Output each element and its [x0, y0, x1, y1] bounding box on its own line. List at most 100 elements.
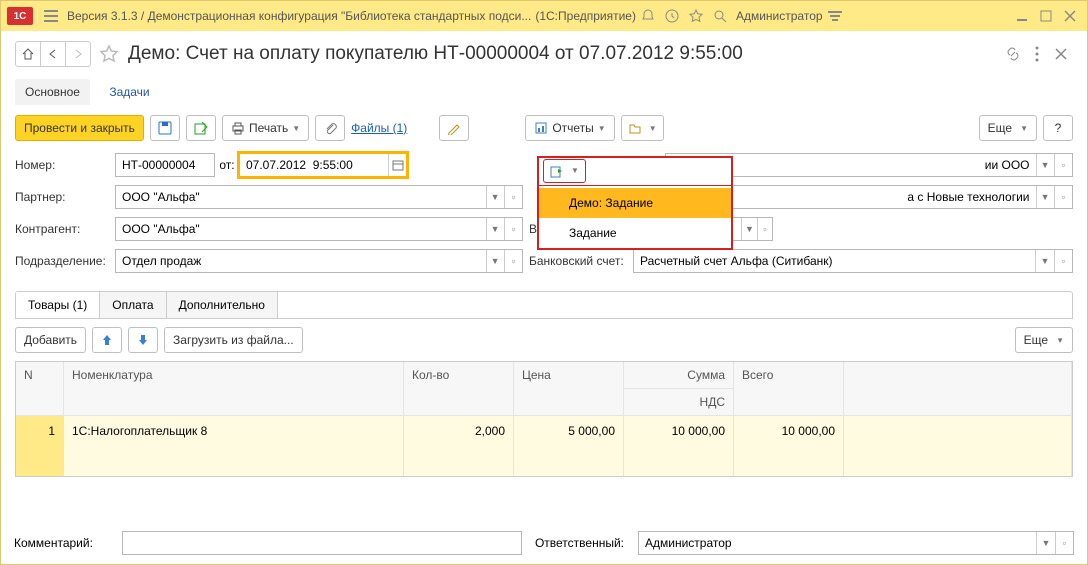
minimize-icon[interactable]	[1011, 5, 1033, 27]
goods-toolbar: Добавить Загрузить из файла... Еще▼	[15, 327, 1073, 353]
open-icon[interactable]: ▫	[504, 218, 522, 240]
chevron-down-icon[interactable]: ▼	[1036, 532, 1054, 554]
cell-extra	[844, 416, 1072, 476]
col-qty: Кол-во	[404, 362, 514, 416]
label-number: Номер:	[15, 158, 115, 172]
reports-button[interactable]: Отчеты▼	[525, 115, 614, 141]
edit-button[interactable]	[439, 115, 469, 141]
cell-nom: 1С:Налогоплательщик 8	[64, 416, 404, 476]
app-title: Версия 3.1.3 / Демонстрационная конфигур…	[67, 9, 531, 23]
kebab-icon[interactable]	[1027, 44, 1047, 64]
tab-main[interactable]: Основное	[15, 79, 90, 105]
bank-field[interactable]: ▼▫	[633, 249, 1073, 273]
label-from: от:	[215, 158, 239, 172]
chevron-down-icon[interactable]: ▼	[486, 186, 504, 208]
label-comment: Комментарий:	[14, 536, 114, 550]
open-icon[interactable]: ▫	[1055, 532, 1073, 554]
subtab-payment[interactable]: Оплата	[100, 292, 166, 318]
sub-tabs: Товары (1) Оплата Дополнительно	[15, 291, 1073, 319]
grid-more-button[interactable]: Еще▼	[1015, 327, 1073, 353]
nav-forward-button[interactable]	[65, 41, 91, 67]
post-button[interactable]	[186, 115, 216, 141]
chevron-down-icon[interactable]: ▼	[1036, 186, 1054, 208]
bell-icon[interactable]	[638, 6, 658, 26]
page-title: Демо: Счет на оплату покупателю НТ-00000…	[128, 43, 743, 65]
chevron-down-icon[interactable]: ▼	[486, 250, 504, 272]
cell-qty: 2,000	[404, 416, 514, 476]
save-button[interactable]	[150, 115, 180, 141]
create-dropdown: ▼ Демо: Задание Задание	[537, 156, 733, 250]
search-icon[interactable]	[710, 6, 730, 26]
col-n: N	[16, 362, 64, 416]
contragent-field[interactable]: ▼▫	[115, 217, 523, 241]
subtab-goods[interactable]: Товары (1)	[16, 292, 100, 318]
chevron-down-icon[interactable]: ▼	[1035, 250, 1053, 272]
label-dept: Подразделение:	[15, 254, 115, 268]
print-button[interactable]: Печать▼	[222, 115, 309, 141]
load-file-button[interactable]: Загрузить из файла...	[164, 327, 303, 353]
col-nomenclature: Номенклатура	[64, 362, 404, 416]
label-partner: Партнер:	[15, 190, 115, 204]
cell-price: 5 000,00	[514, 416, 624, 476]
col-total: Всего	[734, 362, 844, 416]
comment-field[interactable]	[122, 531, 522, 555]
label-bank: Банковский счет:	[523, 254, 633, 268]
page-header: Демо: Счет на оплату покупателю НТ-00000…	[1, 31, 1087, 71]
link-icon[interactable]	[1003, 44, 1023, 64]
resp-field[interactable]: ▼▫	[638, 531, 1074, 555]
move-up-button[interactable]	[92, 327, 122, 353]
grid-row[interactable]: 1 1С:Налогоплательщик 8 2,000 5 000,00 1…	[16, 416, 1072, 476]
cell-sum: 10 000,00	[624, 416, 734, 476]
open-icon[interactable]: ▫	[504, 250, 522, 272]
help-button[interactable]: ?	[1043, 115, 1073, 141]
add-button[interactable]: Добавить	[15, 327, 86, 353]
favorite-star-icon[interactable]	[96, 41, 122, 67]
dropdown-item-demo-task[interactable]: Демо: Задание	[539, 188, 731, 218]
date-field[interactable]	[239, 153, 407, 177]
logo-1c: 1C	[7, 7, 33, 25]
create-dropdown-toggle[interactable]: ▼	[539, 156, 731, 186]
move-down-button[interactable]	[128, 327, 158, 353]
footer: Комментарий: Ответственный: ▼▫	[0, 531, 1088, 555]
toolbar: Провести и закрыть Печать▼ Файлы (1) Отч…	[1, 105, 1087, 149]
chevron-down-icon[interactable]: ▼	[741, 218, 756, 240]
dropdown-item-task[interactable]: Задание	[539, 218, 731, 248]
nav-back-button[interactable]	[40, 41, 66, 67]
col-sum: СуммаНДС	[624, 362, 734, 416]
label-resp: Ответственный:	[530, 536, 630, 550]
cell-n: 1	[16, 416, 64, 476]
menu-icon[interactable]	[41, 6, 61, 26]
open-icon[interactable]: ▫	[504, 186, 522, 208]
main-tabs: Основное Задачи	[1, 71, 1087, 105]
maximize-icon[interactable]	[1035, 5, 1057, 27]
page-close-icon[interactable]	[1051, 44, 1071, 64]
partner-field[interactable]: ▼▫	[115, 185, 523, 209]
chevron-down-icon[interactable]: ▼	[1036, 154, 1054, 176]
star-icon[interactable]	[686, 6, 706, 26]
close-icon[interactable]	[1059, 5, 1081, 27]
post-and-close-button[interactable]: Провести и закрыть	[15, 115, 144, 141]
platform-label: (1С:Предприятие)	[535, 9, 636, 23]
home-button[interactable]	[15, 41, 41, 67]
dept-field[interactable]: ▼▫	[115, 249, 523, 273]
open-icon[interactable]: ▫	[757, 218, 772, 240]
attach-button[interactable]	[315, 115, 345, 141]
calendar-icon[interactable]	[388, 154, 406, 176]
label-contragent: Контрагент:	[15, 222, 115, 236]
chevron-down-icon[interactable]: ▼	[486, 218, 504, 240]
open-icon[interactable]: ▫	[1054, 186, 1072, 208]
col-extra	[844, 362, 1072, 416]
tab-tasks[interactable]: Задачи	[99, 79, 159, 105]
files-link[interactable]: Файлы (1)	[351, 121, 407, 135]
folder-action-button[interactable]: ▼	[621, 115, 664, 141]
titlebar: 1C Версия 3.1.3 / Демонстрационная конфи…	[1, 1, 1087, 31]
settings-lines-icon[interactable]	[825, 6, 845, 26]
history-icon[interactable]	[662, 6, 682, 26]
open-icon[interactable]: ▫	[1054, 250, 1072, 272]
col-price: Цена	[514, 362, 624, 416]
subtab-extra[interactable]: Дополнительно	[167, 292, 278, 318]
number-field[interactable]	[115, 153, 215, 177]
goods-grid: N Номенклатура Кол-во Цена СуммаНДС Всег…	[15, 361, 1073, 477]
open-icon[interactable]: ▫	[1054, 154, 1072, 176]
more-button[interactable]: Еще▼	[979, 115, 1037, 141]
